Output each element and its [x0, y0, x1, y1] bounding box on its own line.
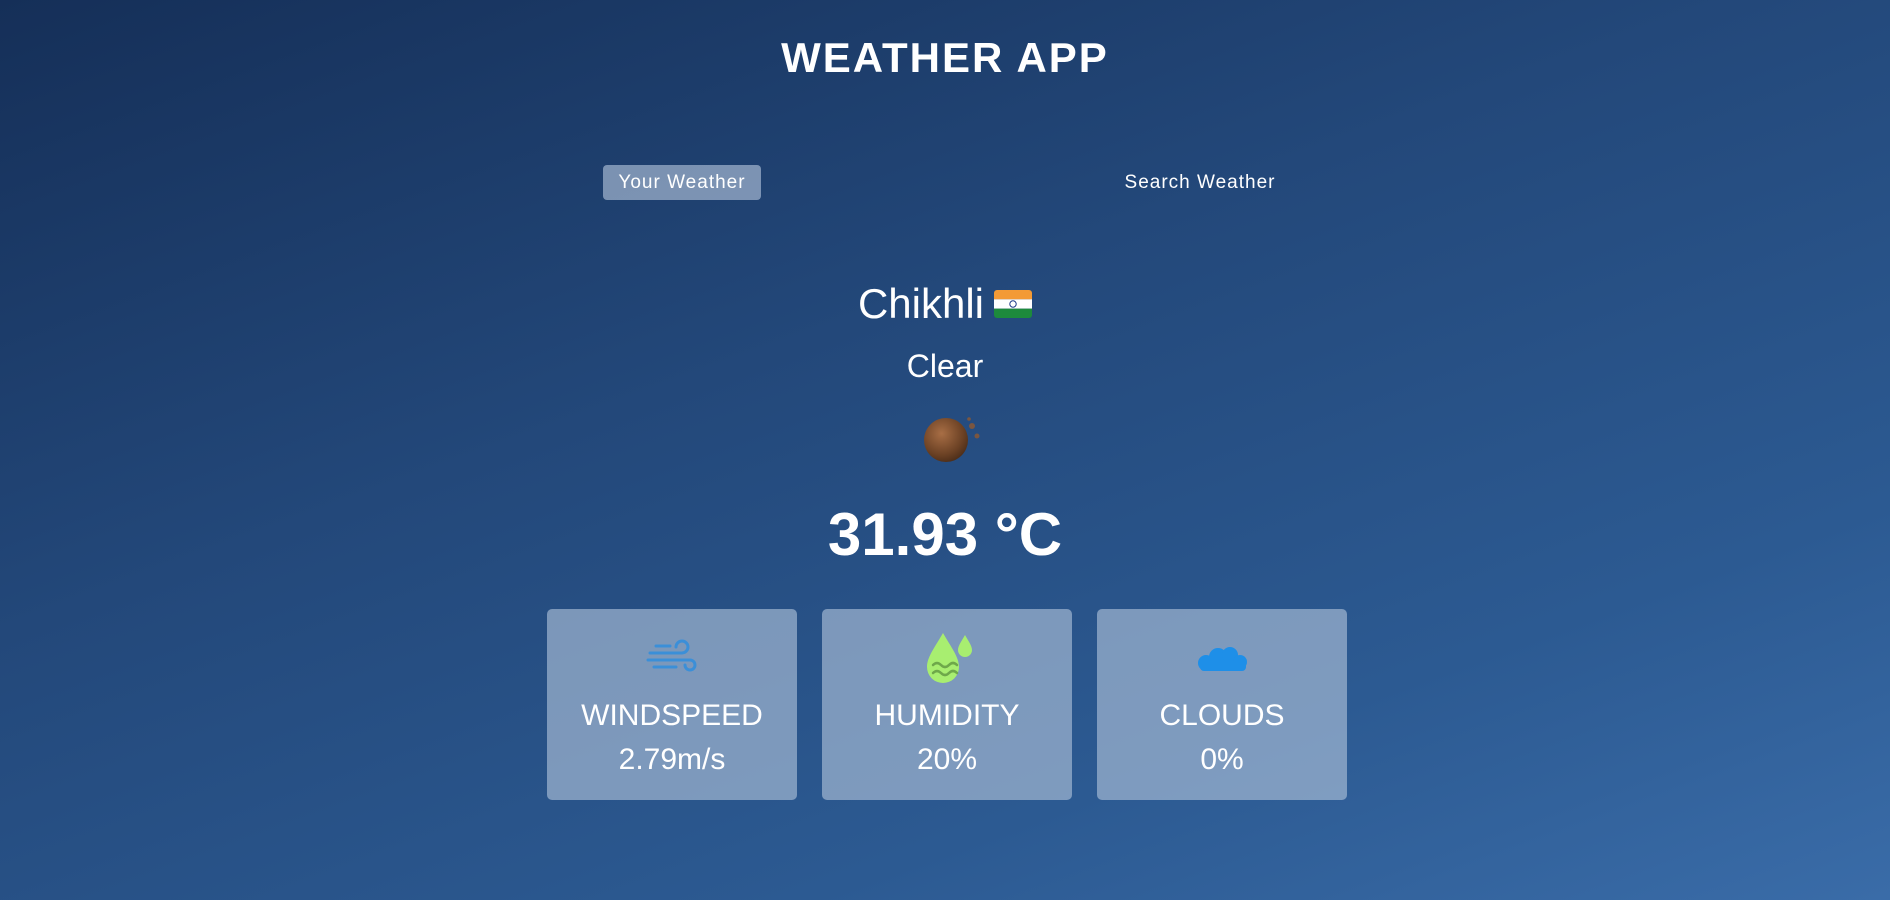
location-row: Chikhli	[0, 280, 1890, 328]
clear-night-icon	[924, 417, 980, 462]
tab-your-weather[interactable]: Your Weather	[603, 165, 761, 200]
app-title: WEATHER APP	[781, 34, 1109, 81]
windspeed-value: 2.79m/s	[618, 743, 726, 776]
temperature: 31.93 °C	[827, 501, 1063, 568]
humidity-label: HUMIDITY	[874, 699, 1020, 732]
india-flag-icon	[994, 290, 1033, 318]
wind-icon	[646, 639, 697, 672]
humidity-icon	[927, 633, 972, 683]
city-name: Chikhli	[857, 280, 985, 327]
cloud-icon	[1198, 647, 1247, 671]
clouds-card: CLOUDS 0%	[1097, 609, 1347, 800]
windspeed-card: WINDSPEED 2.79m/s	[547, 609, 797, 800]
tab-search-weather[interactable]: Search Weather	[1110, 165, 1290, 200]
humidity-card: HUMIDITY 20%	[822, 609, 1072, 800]
weather-description: Clear	[906, 348, 984, 384]
clouds-value: 0%	[1200, 743, 1244, 776]
clouds-label: CLOUDS	[1159, 699, 1285, 732]
windspeed-label: WINDSPEED	[581, 699, 763, 732]
humidity-value: 20%	[916, 743, 978, 776]
